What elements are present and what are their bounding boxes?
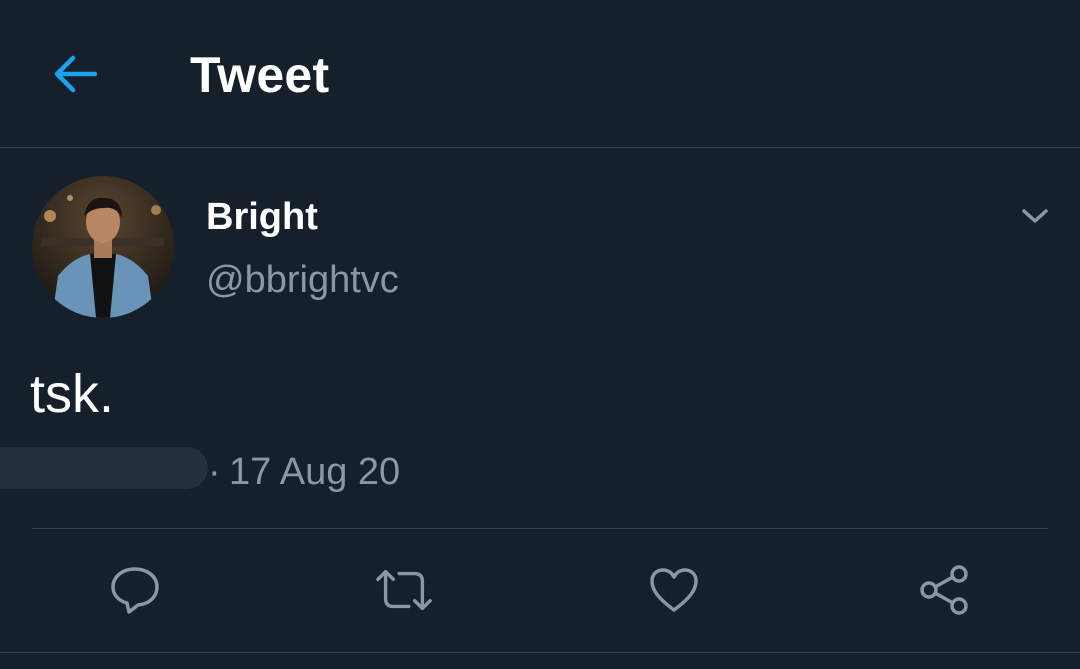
top-app-bar: Tweet — [0, 0, 1080, 148]
back-button[interactable] — [44, 46, 104, 102]
divider — [32, 528, 1048, 529]
tweet-text: tsk. — [30, 364, 115, 424]
profile-photo — [32, 176, 174, 318]
divider — [0, 652, 1080, 653]
heart-icon — [650, 568, 698, 612]
share-icon — [920, 565, 968, 615]
author-display-name[interactable]: Bright — [206, 194, 318, 240]
chevron-down-icon — [1022, 209, 1048, 223]
tweet-detail-screen: Tweet Bright @bbrightvc tsk. · 17 Aug 20 — [0, 0, 1080, 669]
redacted-timestamp — [0, 447, 208, 489]
author-handle[interactable]: @bbrightvc — [206, 257, 399, 303]
reply-icon — [111, 567, 159, 614]
tweet-date[interactable]: 17 Aug 20 — [229, 452, 400, 492]
page-title: Tweet — [190, 47, 330, 103]
arrow-left-icon — [54, 55, 97, 93]
reply-button[interactable] — [105, 560, 165, 620]
more-options-button[interactable] — [1012, 196, 1058, 236]
share-button[interactable] — [914, 560, 974, 620]
meta-separator: · — [208, 451, 221, 493]
retweet-icon — [376, 569, 432, 611]
retweet-button[interactable] — [374, 560, 434, 620]
like-button[interactable] — [644, 560, 704, 620]
avatar[interactable] — [32, 176, 174, 318]
